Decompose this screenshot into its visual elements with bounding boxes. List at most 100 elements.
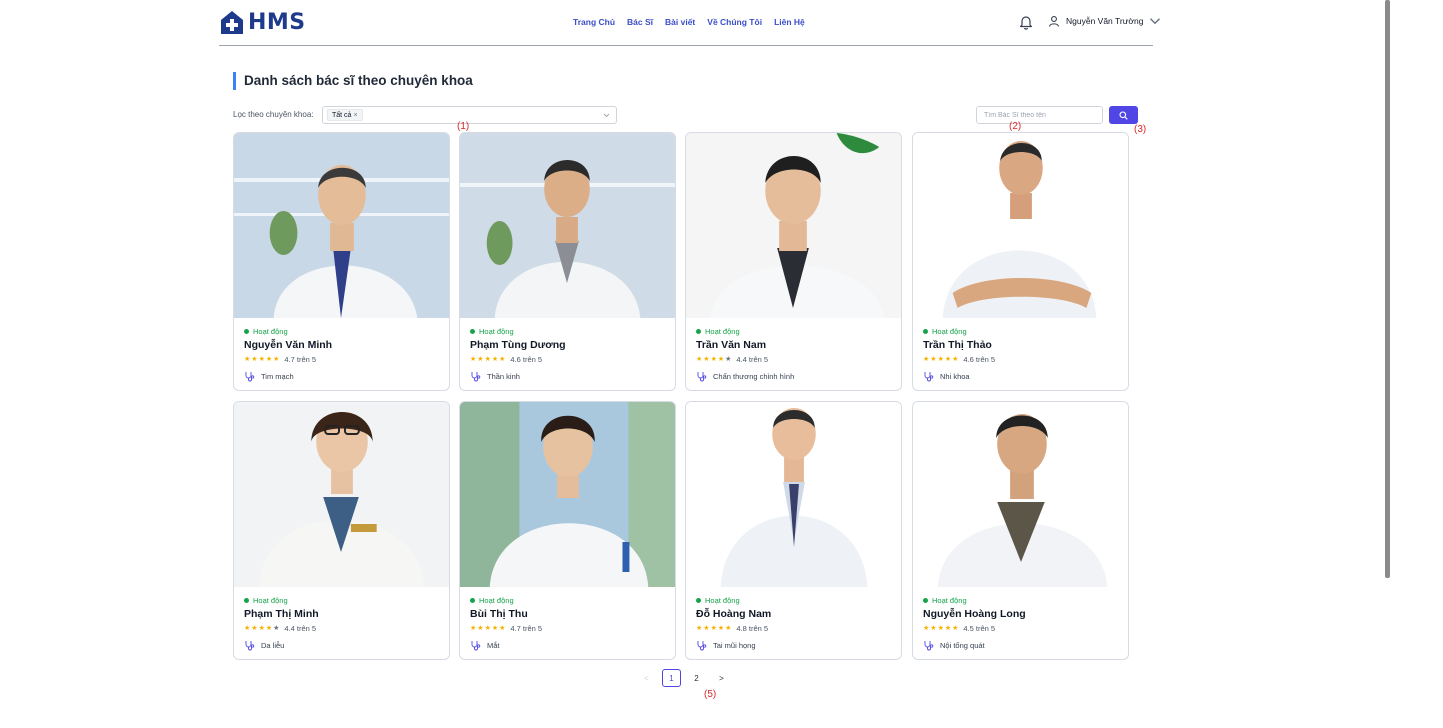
doctor-photo	[234, 133, 449, 318]
doctor-name[interactable]: Trần Thị Thảo	[923, 339, 1120, 352]
doctor-rating: ★ ★ ★ ★ ★ 4.6 trên 5	[470, 354, 667, 364]
doctor-name[interactable]: Nguyễn Văn Minh	[244, 339, 441, 352]
doctor-specialty: Nội tổng quát	[923, 639, 1120, 651]
brand-logo[interactable]: HMS	[219, 9, 306, 35]
star-icon: ★	[944, 625, 952, 632]
doctor-name[interactable]: Phạm Tùng Dương	[470, 339, 667, 352]
rating-stars: ★ ★ ★ ★ ★	[923, 355, 958, 363]
doctor-card[interactable]: Hoạt động Đỗ Hoàng Nam ★ ★ ★ ★ ★ 4.8 trên 5 …	[685, 401, 902, 660]
star-icon: ★	[273, 356, 280, 363]
nav-item-contact[interactable]: Liên Hệ	[774, 17, 805, 27]
rating-stars: ★ ★ ★ ★ ★	[244, 355, 279, 363]
doctor-portrait-image	[913, 402, 1128, 587]
specialty-text: Tai mũi họng	[713, 640, 756, 650]
status-badge: Hoạt động	[470, 326, 667, 337]
status-text: Hoạt động	[253, 327, 288, 336]
page-scrollbar[interactable]	[1385, 0, 1390, 578]
nav-item-articles[interactable]: Bài viết	[665, 17, 695, 27]
star-icon: ★	[470, 356, 477, 363]
doctor-card[interactable]: Hoạt động Trần Văn Nam ★ ★ ★ ★ ★ 4.4 trên 5 …	[685, 132, 902, 391]
status-dot-icon	[696, 598, 701, 603]
doctor-name[interactable]: Đỗ Hoàng Nam	[696, 608, 893, 621]
status-dot-icon	[470, 329, 475, 334]
stethoscope-icon	[245, 640, 255, 650]
doctor-card[interactable]: Hoạt động Nguyễn Hoàng Long ★ ★ ★ ★ ★ 4.5 tr…	[912, 401, 1129, 660]
stethoscope-icon	[245, 371, 255, 381]
star-icon: ★	[725, 625, 732, 632]
doctor-rating: ★ ★ ★ ★ ★ 4.6 trên 5	[923, 354, 1120, 364]
user-menu[interactable]: Nguyễn Văn Trường	[1048, 15, 1161, 27]
doctor-rating: ★ ★ ★ ★ ★ 4.8 trên 5	[696, 623, 893, 633]
status-dot-icon	[923, 598, 928, 603]
stethoscope-icon	[697, 371, 707, 381]
star-icon: ★	[710, 356, 717, 363]
specialty-text: Thần kinh	[487, 371, 520, 381]
next-page-button[interactable]: >	[712, 669, 731, 687]
annotation-marker-5: (5)	[704, 689, 717, 700]
stethoscope-icon	[924, 371, 934, 381]
doctor-info: Hoạt động Bùi Thị Thu ★ ★ ★ ★ ★ 4.7 trên 5 M…	[470, 595, 667, 651]
doctor-name[interactable]: Nguyễn Hoàng Long	[923, 608, 1120, 621]
nav-item-doctors[interactable]: Bác Sĩ	[627, 17, 653, 27]
doctor-portrait-image	[234, 133, 449, 318]
page-1-button[interactable]: 1	[662, 669, 681, 687]
doctor-name[interactable]: Trần Văn Nam	[696, 339, 893, 352]
star-icon: ★	[952, 356, 959, 363]
tag-remove-icon[interactable]: ×	[353, 112, 357, 119]
user-icon	[1048, 16, 1060, 27]
doctor-rating: ★ ★ ★ ★ ★ 4.7 trên 5	[470, 623, 667, 633]
star-icon: ★	[251, 356, 258, 363]
nav-item-about[interactable]: Về Chúng Tôi	[707, 17, 762, 27]
page-2-button[interactable]: 2	[687, 669, 706, 687]
status-badge: Hoạt động	[244, 595, 441, 606]
doctor-card[interactable]: Hoạt động Phạm Tùng Dương ★ ★ ★ ★ ★ 4.6 trên…	[459, 132, 676, 391]
doctor-name[interactable]: Bùi Thị Thu	[470, 608, 667, 621]
star-icon: ★	[484, 625, 491, 632]
nav-item-home[interactable]: Trang Chủ	[573, 17, 615, 27]
doctor-info: Hoạt động Phạm Thị Minh ★ ★ ★ ★ ★ 4.4 trên 5…	[244, 595, 441, 651]
prev-page-button[interactable]: <	[637, 669, 656, 687]
specialty-text: Mắt	[487, 640, 500, 650]
specialty-text: Tim mạch	[261, 371, 294, 381]
doctor-card[interactable]: Hoạt động Bùi Thị Thu ★ ★ ★ ★ ★ 4.7 trên 5 M…	[459, 401, 676, 660]
star-icon: ★	[717, 356, 725, 363]
chevron-down-icon	[1150, 18, 1161, 25]
annotation-marker-1: (1)	[457, 121, 470, 132]
doctor-name[interactable]: Phạm Thị Minh	[244, 608, 441, 621]
status-badge: Hoạt động	[923, 326, 1120, 337]
doctor-rating: ★ ★ ★ ★ ★ 4.7 trên 5	[244, 354, 441, 364]
status-badge: Hoạt động	[923, 595, 1120, 606]
doctor-portrait-image	[234, 402, 449, 587]
doctor-specialty: Tai mũi họng	[696, 639, 893, 651]
rating-stars: ★ ★ ★ ★ ★	[923, 624, 958, 632]
user-name: Nguyễn Văn Trường	[1066, 16, 1144, 26]
star-icon: ★	[251, 625, 258, 632]
star-empty-icon: ★	[273, 625, 280, 632]
specialty-select[interactable]: Tất cả ×	[322, 106, 617, 124]
doctor-specialty: Nhi khoa	[923, 370, 1120, 382]
doctor-rating: ★ ★ ★ ★ ★ 4.4 trên 5	[244, 623, 441, 633]
doctor-card[interactable]: Hoạt động Phạm Thị Minh ★ ★ ★ ★ ★ 4.4 trên 5…	[233, 401, 450, 660]
specialty-text: Chấn thương chỉnh hình	[713, 371, 795, 381]
doctor-portrait-image	[686, 133, 901, 318]
bell-icon[interactable]	[1019, 14, 1033, 30]
star-icon: ★	[499, 625, 506, 632]
doctor-search-input[interactable]	[976, 106, 1103, 124]
rating-text: 4.4 trên 5	[736, 354, 769, 364]
doctor-photo	[913, 402, 1128, 587]
specialty-text: Nội tổng quát	[940, 640, 985, 650]
star-icon: ★	[923, 625, 930, 632]
status-text: Hoạt động	[705, 596, 740, 605]
doctor-specialty: Thần kinh	[470, 370, 667, 382]
doctor-info: Hoạt động Phạm Tùng Dương ★ ★ ★ ★ ★ 4.6 trên…	[470, 326, 667, 382]
doctor-photo	[460, 133, 675, 318]
page-title-block: Danh sách bác sĩ theo chuyên khoa	[233, 72, 473, 90]
star-icon: ★	[484, 356, 491, 363]
annotation-marker-2: (2)	[1009, 121, 1022, 132]
status-text: Hoạt động	[705, 327, 740, 336]
status-text: Hoạt động	[932, 327, 967, 336]
doctor-portrait-image	[460, 133, 675, 318]
search-button[interactable]	[1109, 106, 1138, 124]
doctor-card[interactable]: Hoạt động Trần Thị Thảo ★ ★ ★ ★ ★ 4.6 trên 5…	[912, 132, 1129, 391]
doctor-card[interactable]: Hoạt động Nguyễn Văn Minh ★ ★ ★ ★ ★ 4.7 trên…	[233, 132, 450, 391]
